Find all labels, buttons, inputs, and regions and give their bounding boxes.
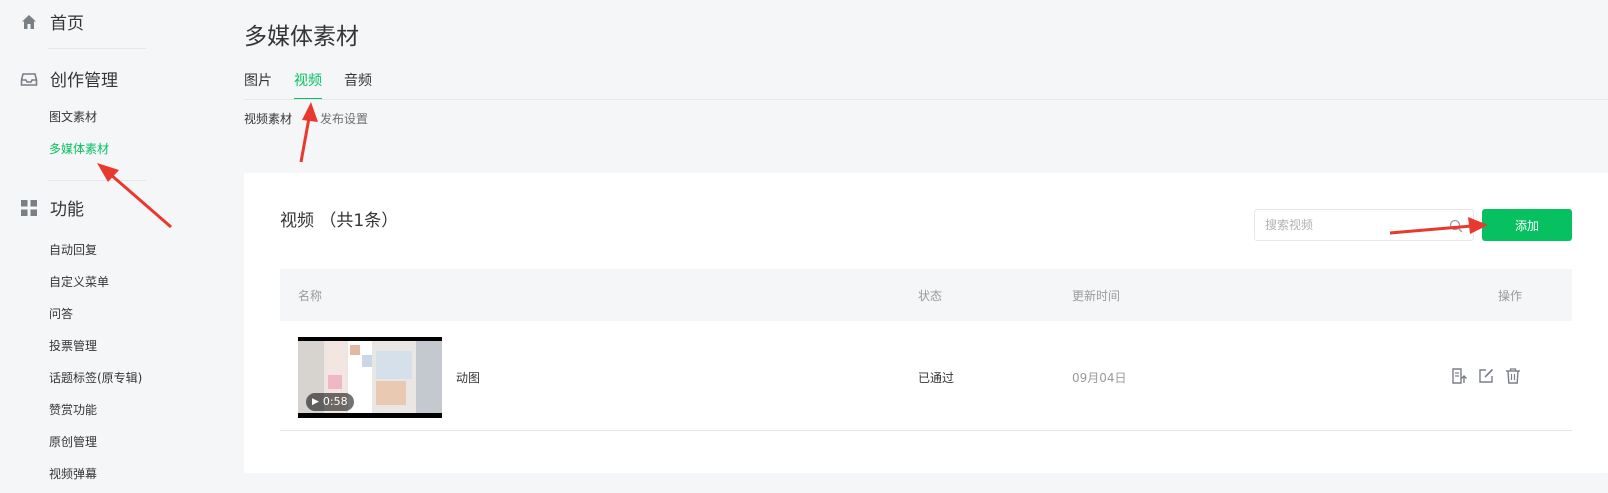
home-icon xyxy=(20,13,38,31)
sidebar-item-appreciation[interactable]: 赞赏功能 xyxy=(49,401,97,418)
column-header-updated: 更新时间 xyxy=(1072,289,1121,303)
sidebar-item-image-text[interactable]: 图文素材 xyxy=(49,108,97,125)
video-name: 动图 xyxy=(456,371,481,385)
nav-group-features[interactable]: 功能 xyxy=(20,195,84,220)
divider xyxy=(48,180,146,181)
column-header-name: 名称 xyxy=(298,289,323,303)
sidebar-item-topic-tags[interactable]: 话题标签(原专辑) xyxy=(49,369,142,386)
status-badge: 已通过 xyxy=(918,371,955,385)
grid-icon xyxy=(20,199,38,217)
tab-audio[interactable]: 音频 xyxy=(344,70,372,98)
tabs-divider xyxy=(244,99,1608,100)
sidebar-item-multimedia[interactable]: 多媒体素材 xyxy=(49,140,109,157)
tab-video[interactable]: 视频 xyxy=(294,70,322,100)
duration-badge: ▶ 0:58 xyxy=(306,393,354,411)
sidebar: 首页 创作管理 图文素材 多媒体素材 功能 自动回复 自定义菜单 问答 投票管理… xyxy=(0,0,200,493)
play-icon: ▶ xyxy=(312,397,319,407)
video-panel: 视频 （共1条） 添加 名称 状态 更新时间 操作 ▶ 0:58 动图 已通过 … xyxy=(244,173,1608,473)
inbox-icon xyxy=(20,70,38,88)
duration-text: 0:58 xyxy=(322,395,348,408)
sidebar-item-custom-menu[interactable]: 自定义菜单 xyxy=(49,273,109,290)
sidebar-item-vote[interactable]: 投票管理 xyxy=(49,337,97,354)
subtab-publish-settings[interactable]: 发布设置 xyxy=(320,110,368,127)
nav-home[interactable]: 首页 xyxy=(20,9,84,34)
row-actions xyxy=(1450,367,1531,385)
media-tabs: 图片 视频 音频 xyxy=(244,70,394,100)
divider xyxy=(48,48,146,49)
sidebar-item-original[interactable]: 原创管理 xyxy=(49,433,97,450)
column-header-actions: 操作 xyxy=(1498,289,1523,303)
search-input[interactable] xyxy=(1255,210,1435,240)
delete-icon[interactable] xyxy=(1504,367,1522,385)
search-icon[interactable] xyxy=(1449,218,1463,233)
update-time: 09月04日 xyxy=(1072,371,1127,385)
table-row: ▶ 0:58 动图 已通过 09月04日 xyxy=(280,321,1572,431)
nav-group-label: 功能 xyxy=(50,200,84,220)
nav-group-label: 创作管理 xyxy=(50,71,118,91)
sidebar-item-auto-reply[interactable]: 自动回复 xyxy=(49,241,97,258)
video-thumbnail[interactable]: ▶ 0:58 xyxy=(298,337,442,418)
table-header: 名称 状态 更新时间 操作 xyxy=(280,269,1572,321)
nav-group-creation[interactable]: 创作管理 xyxy=(20,66,118,91)
nav-home-label: 首页 xyxy=(50,14,84,34)
column-header-status: 状态 xyxy=(918,289,943,303)
tab-images[interactable]: 图片 xyxy=(244,70,272,98)
publish-icon[interactable] xyxy=(1450,367,1468,385)
search-box[interactable] xyxy=(1254,209,1474,241)
panel-title: 视频 （共1条） xyxy=(280,211,399,231)
page-title: 多媒体素材 xyxy=(244,24,359,50)
sidebar-item-danmaku[interactable]: 视频弹幕 xyxy=(49,465,97,482)
sidebar-item-qa[interactable]: 问答 xyxy=(49,305,73,322)
video-subtabs: 视频素材 发布设置 xyxy=(244,110,396,127)
edit-icon[interactable] xyxy=(1477,367,1495,385)
subtab-video-materials[interactable]: 视频素材 xyxy=(244,110,292,127)
add-button[interactable]: 添加 xyxy=(1482,209,1572,241)
